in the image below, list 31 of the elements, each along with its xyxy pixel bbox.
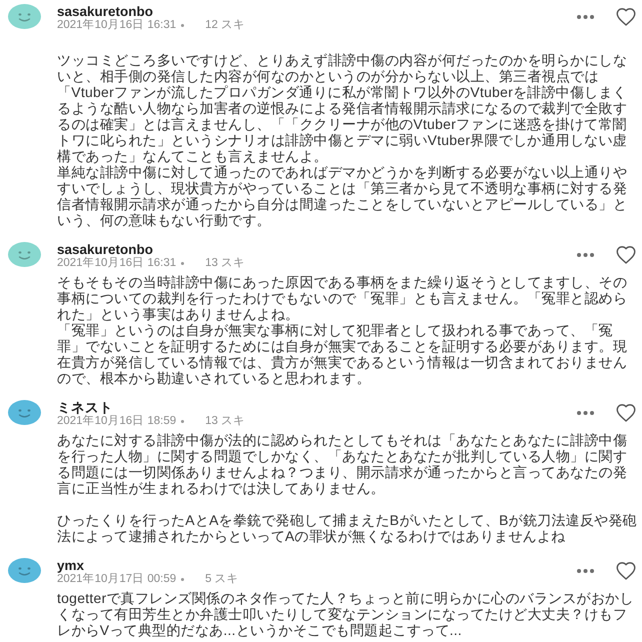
separator-dot-icon bbox=[181, 24, 184, 27]
comment-text: あなたに対する誹謗中傷が法的に認められたとしてもそれは「あなたとあなたに誹謗中傷を行った人物」に関する問題でしかなく、「あなたとあなたが批判している人物」に関する問題には一切関係ありませんよね？つまり、開示請求が通ったからと言ってあなたの発言に正当性が生まれるわけでは決してありません。 bbox=[57, 432, 628, 496]
comment-date: 2021年10月16日 16:31 bbox=[57, 257, 176, 270]
smiley-avatar-icon[interactable] bbox=[8, 4, 41, 29]
comment-text: togetterで真フレンズ関係のネタ作ってた人？ちょっと前に明らかに心のバランスがおかしくなって有田芳生とか弁護士叩いたりして変なテンションになってたけど大丈夫？けもフレからVって典型的だなあ...というかそこでも問題起こすって... bbox=[57, 590, 635, 638]
comment-text: 単純な誹謗中傷に対して通ったのであればデマかどうかを判断する必要がない以上通りやすいでしょうし、現状貴方がやっていることは「第三者から見て不透明な事柄に対する発信者情報開示請求が通ったから自分は間違ったことをしていないとアピールしている」という、何の意味もない行動です。 bbox=[57, 164, 628, 228]
comment-date: 2021年10月16日 18:59 bbox=[57, 415, 176, 428]
user-name[interactable]: ミネスト bbox=[57, 401, 113, 415]
separator-dot-icon bbox=[181, 420, 184, 423]
separator-dot-icon bbox=[181, 262, 184, 265]
like-count: 13 スキ bbox=[205, 257, 246, 270]
comment-date: 2021年10月17日 00:59 bbox=[57, 573, 176, 586]
comment-text: そもそもその当時誹謗中傷にあった原因である事柄をまた繰り返そうとしてますし、その事柄についての裁判を行ったわけでもないので「冤罪」とも言えません。「冤罪と認められた」という事実はありませんよね。 bbox=[57, 274, 628, 322]
ellipsis-icon bbox=[576, 253, 594, 257]
like-count: 12 スキ bbox=[205, 19, 246, 32]
user-name[interactable]: sasakuretonbo bbox=[57, 243, 154, 257]
like-count: 13 スキ bbox=[205, 415, 246, 428]
smiley-avatar-icon[interactable] bbox=[8, 400, 41, 425]
ellipsis-icon bbox=[576, 15, 594, 19]
comment-date: 2021年10月16日 16:31 bbox=[57, 19, 176, 32]
ellipsis-icon bbox=[576, 411, 594, 415]
smiley-avatar-icon[interactable] bbox=[8, 558, 41, 583]
ellipsis-icon bbox=[576, 569, 594, 573]
like-count: 5 スキ bbox=[205, 573, 239, 586]
user-name[interactable]: sasakuretonbo bbox=[57, 5, 154, 19]
comment-text: 「冤罪」というのは自身が無実な事柄に対して犯罪者として扱われる事であって、「冤罪」でないことを証明するためには自身が無実であることを証明する必要があります。現在貴方が発信している情報では、貴方が無実であるという情報は一切含まれておりませんので、根本から勘違いされていると思われます。 bbox=[57, 322, 628, 386]
user-name[interactable]: ymx bbox=[57, 559, 84, 573]
comment-text: ツッコミどころ多いですけど、とりあえず誹謗中傷の内容が何だったのかを明らかにしないと、相手側の発信した内容が何なのかというのが分からない以上、第三者視点では「Vtuberファンが流したプロパガンダ通りに私が常闇トワ以外のVtuberを誹謗中傷しまくるような酷い人物なら加害者の逆恨みによる発信者情報開示請求になるので裁判で全敗するのは確実」とは言えませんし、「「ククリーナが他のVtuberファンに迷惑を掛けて常闇トワに叱られた」というシナリオは誹謗中傷とデマに弱いVtuber界隈でしか通用しない虚構であった」なんてことも言えませんよ。 bbox=[57, 52, 628, 164]
smiley-avatar-icon[interactable] bbox=[8, 242, 41, 267]
comment-text: ひったくりを行ったAとAを拳銃で発砲して捕まえたBがいたとして、Bが銃刀法違反や発砲法によって逮捕されたからといってAの罪状が無くなるわけではありませんよね bbox=[57, 512, 638, 544]
separator-dot-icon bbox=[181, 578, 184, 581]
